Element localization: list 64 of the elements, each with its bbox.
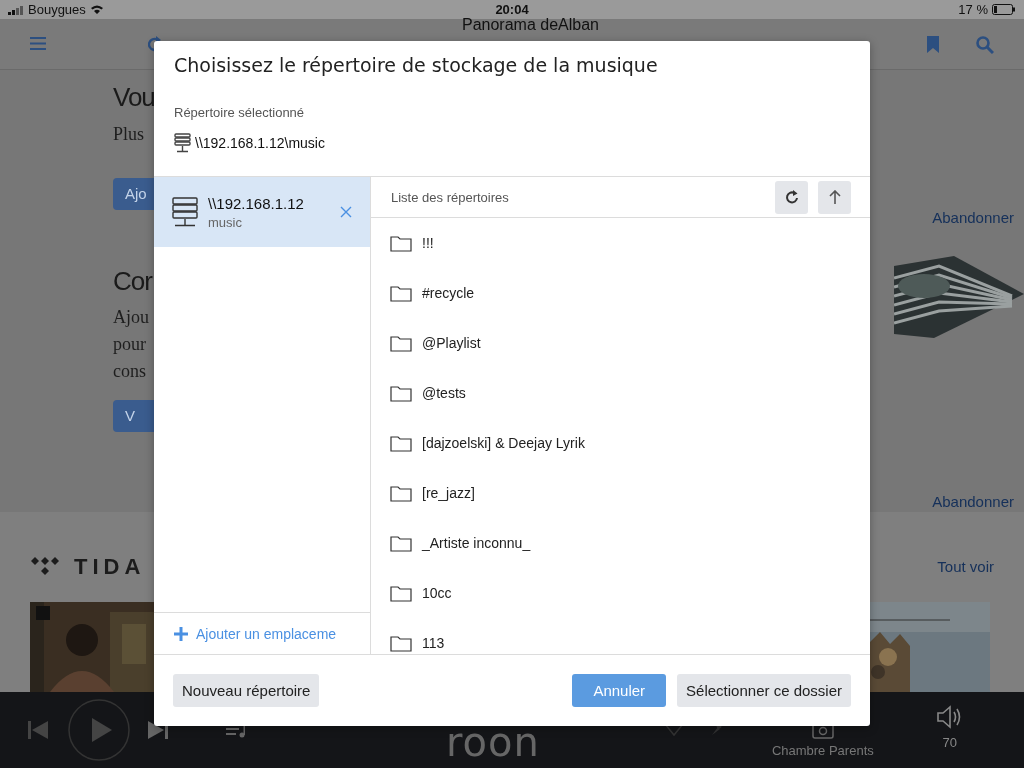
folder-name: 10cc: [422, 585, 452, 601]
up-arrow-icon: [828, 190, 841, 204]
refresh-icon: [784, 190, 799, 204]
section-text: cons: [113, 360, 147, 384]
folder-icon: [390, 234, 412, 252]
battery-percent: 17 %: [958, 2, 988, 18]
folder-name: @tests: [422, 385, 466, 401]
volume-level: 70: [942, 734, 957, 750]
battery-icon: [992, 4, 1016, 16]
folder-name: [re_jazz]: [422, 485, 475, 501]
folder-name: !!!: [422, 235, 434, 251]
folder-row[interactable]: [re_jazz]: [371, 468, 870, 518]
folder-row[interactable]: !!!: [371, 218, 870, 268]
zone-name[interactable]: Chambre Parents: [771, 742, 874, 758]
folder-name: _Artiste inconnu_: [422, 535, 531, 551]
folder-icon: [390, 384, 412, 402]
section-button[interactable]: Ajo: [113, 178, 154, 211]
location-share: music: [208, 214, 243, 230]
section-heading: Cor: [113, 266, 154, 297]
folder-icon: [390, 284, 412, 302]
list-header: Liste des répertoires: [391, 189, 510, 205]
clock-time: 20:04: [494, 2, 530, 18]
server-icon: [174, 133, 191, 153]
next-icon[interactable]: [148, 721, 168, 740]
location-item[interactable]: \\192.168.1.12 music: [154, 177, 370, 247]
location-name: \\192.168.1.12: [208, 194, 305, 212]
wifi-icon: [89, 4, 104, 16]
section-text: Ajou: [113, 306, 150, 330]
plus-icon[interactable]: [174, 626, 188, 641]
section-button[interactable]: V: [113, 400, 154, 433]
folder-row[interactable]: #recycle: [371, 268, 870, 318]
folder-icon: [390, 484, 412, 502]
section-text: pour: [113, 333, 147, 357]
folder-row[interactable]: 10cc: [371, 568, 870, 618]
app-title: Panorama deAlban: [462, 16, 599, 35]
brand-logo-text: roon: [446, 722, 540, 763]
folder-name: #recycle: [422, 285, 475, 301]
folder-name: 113: [422, 635, 445, 651]
section-text: Plus: [113, 123, 146, 147]
server-icon: [172, 197, 198, 227]
action-button[interactable]: Nouveau répertoire: [173, 674, 320, 707]
folder-row[interactable]: @Playlist: [371, 318, 870, 368]
field-label: Répertoire sélectionné: [174, 105, 306, 121]
close-icon[interactable]: [340, 206, 352, 218]
up-button[interactable]: [818, 180, 851, 214]
refresh-button[interactable]: [775, 180, 808, 214]
carrier-name: Bouygues: [28, 2, 86, 18]
folder-icon: [390, 634, 412, 652]
folder-row[interactable]: @tests: [371, 368, 870, 418]
selected-path: \\192.168.1.12\music: [195, 135, 325, 151]
folder-row[interactable]: _Artiste inconnu_: [371, 518, 870, 568]
dialog-title: Choisissez le répertoire de stockage de la musique: [174, 53, 659, 77]
folder-icon: [390, 534, 412, 552]
section-heading: Vou: [113, 82, 154, 113]
folder-icon: [390, 584, 412, 602]
folder-icon: [390, 334, 412, 352]
folder-name: @Playlist: [422, 335, 481, 351]
action-button[interactable]: Sélectionner ce dossier: [677, 674, 851, 707]
folder-row[interactable]: [dajzoelski] & Deejay Lyrik: [371, 418, 870, 468]
folder-icon: [390, 434, 412, 452]
brand-logo-text: TIDA: [74, 554, 146, 581]
signal-icon: [8, 4, 24, 15]
folder-row[interactable]: 113: [371, 618, 870, 654]
folder-name: [dajzoelski] & Deejay Lyrik: [422, 435, 585, 451]
